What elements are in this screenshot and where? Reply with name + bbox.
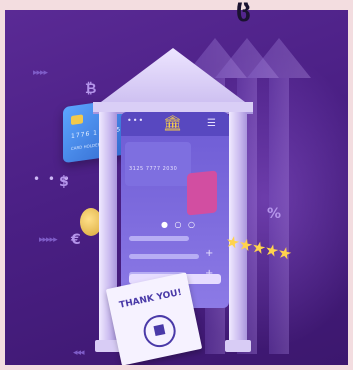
- ghost-column: [247, 38, 311, 356]
- bank-icon: 🏛: [163, 114, 183, 132]
- right-pillar: [229, 112, 247, 344]
- arrow-trail-icon: ▸▸▸▸: [33, 68, 48, 78]
- arrow-trail-icon: ▸▸▸▸▸: [39, 235, 58, 245]
- pink-card: [187, 170, 217, 216]
- seal-icon: [140, 312, 179, 351]
- screen-row: [129, 254, 199, 259]
- plus-icon: +: [205, 248, 214, 259]
- receipt: THANK YOU!: [105, 272, 203, 365]
- bitcoin-icon: ₿: [85, 81, 97, 97]
- menu-icon: ☰: [207, 118, 216, 129]
- top-glyph: ც: [236, 0, 251, 22]
- dots-icon: •••: [127, 116, 145, 125]
- screen-card: 3125 7777 2030: [125, 142, 191, 186]
- screen-card-number: 3125 7777 2030: [129, 166, 178, 172]
- bank-illustration: ▸▸▸▸ ₿ • • • $ ▸▸▸▸▸ € % ◂◂◂ 1776 1 2 7 …: [5, 10, 348, 365]
- pagination-dots: ● ○ ○: [161, 220, 198, 229]
- arrow-trail-icon: ◂◂◂: [73, 348, 85, 358]
- percent-icon: %: [267, 206, 282, 222]
- illustration-frame: ▸▸▸▸ ₿ • • • $ ▸▸▸▸▸ € % ◂◂◂ 1776 1 2 7 …: [0, 0, 353, 370]
- right-pillar-base: [225, 340, 251, 352]
- card-holder: CARD HOLDER: [71, 141, 101, 152]
- receipt-text: THANK YOU!: [118, 287, 183, 311]
- card-chip-icon: [71, 114, 83, 126]
- dollar-icon: $: [59, 174, 69, 190]
- screen-row: [129, 236, 189, 241]
- euro-icon: €: [71, 232, 81, 248]
